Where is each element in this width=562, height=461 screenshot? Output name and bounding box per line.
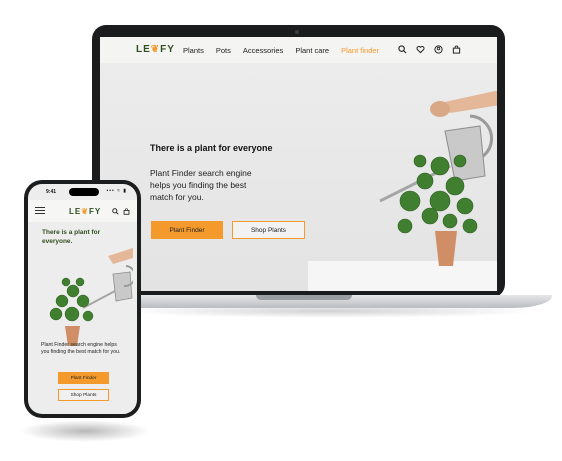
search-icon[interactable] xyxy=(398,45,407,54)
logo[interactable]: LE❦FY xyxy=(69,207,101,216)
phone-device: 9:41 ••• ≈ ▮ LE❦FY There is a plant for … xyxy=(24,180,141,418)
leaf-icon: ❦ xyxy=(150,44,161,55)
plant-watering-image xyxy=(379,91,497,266)
phone-screen: 9:41 ••• ≈ ▮ LE❦FY There is a plant for … xyxy=(28,184,137,414)
nav-icons xyxy=(398,45,461,54)
shop-plants-button[interactable]: Shop Plants xyxy=(232,221,305,239)
logo[interactable]: LE❦FY xyxy=(136,44,175,55)
nav-link-plant-care[interactable]: Plant care xyxy=(295,46,329,55)
nav-link-plants[interactable]: Plants xyxy=(183,46,204,55)
menu-icon[interactable] xyxy=(35,207,45,216)
user-icon[interactable] xyxy=(434,45,443,54)
nav-link-plant-finder[interactable]: Plant finder xyxy=(341,46,379,55)
nav-links: Plants Pots Accessories Plant care Plant… xyxy=(183,46,379,55)
laptop-navbar: LE❦FY Plants Pots Accessories Plant care… xyxy=(100,37,497,63)
bag-icon[interactable] xyxy=(452,45,461,54)
laptop-notch xyxy=(256,295,352,300)
laptop-device: LE❦FY Plants Pots Accessories Plant care… xyxy=(92,25,505,298)
phone-nav-icons xyxy=(112,208,130,215)
status-time: 9:41 xyxy=(46,189,57,195)
plant-watering-image xyxy=(49,248,133,346)
camera-icon xyxy=(295,30,299,34)
phone-navbar: LE❦FY xyxy=(28,200,137,222)
hero-title: There is a plant for everyone xyxy=(150,143,273,153)
leaf-icon: ❦ xyxy=(81,207,89,216)
phone-hero-description: Plant Finder search engine helps you fin… xyxy=(41,342,121,355)
phone-hero-title: There is a plant for everyone. xyxy=(42,229,101,245)
heart-icon[interactable] xyxy=(416,45,425,54)
status-icons: ••• ≈ ▮ xyxy=(106,188,127,194)
dynamic-island xyxy=(69,188,99,196)
search-icon[interactable] xyxy=(112,208,119,215)
nav-link-accessories[interactable]: Accessories xyxy=(243,46,283,55)
bag-icon[interactable] xyxy=(123,208,130,215)
plant-finder-button[interactable]: Plant Finder xyxy=(151,221,223,239)
phone-shadow xyxy=(20,420,150,442)
plant-finder-button[interactable]: Plant Finder xyxy=(58,372,109,384)
laptop-screen: LE❦FY Plants Pots Accessories Plant care… xyxy=(100,37,497,291)
hero-description: Plant Finder search engine helps you fin… xyxy=(150,168,252,202)
nav-link-pots[interactable]: Pots xyxy=(216,46,231,55)
shop-plants-button[interactable]: Shop Plants xyxy=(58,389,109,401)
hero-section: There is a plant for everyone Plant Find… xyxy=(100,63,497,291)
